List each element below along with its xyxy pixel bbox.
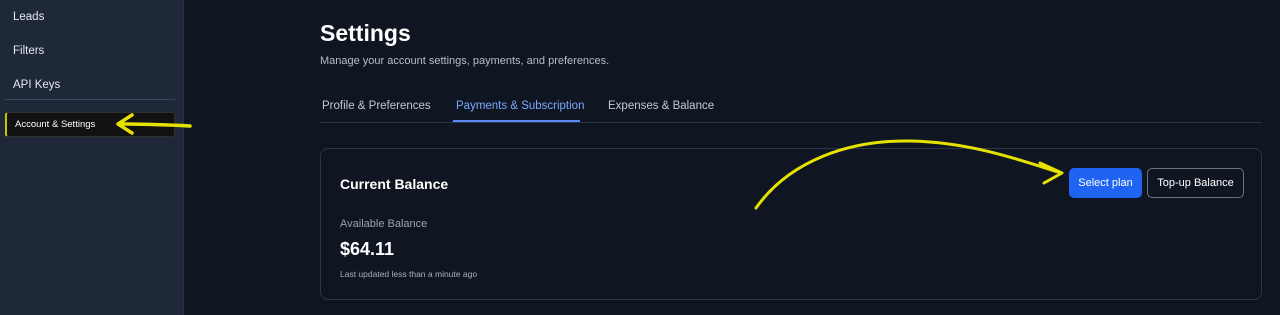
sidebar-item-label: Account & Settings [15, 119, 96, 130]
last-updated-text: Last updated less than a minute ago [340, 269, 478, 279]
sidebar-divider [5, 99, 175, 100]
app-window: Leads Filters API Keys Account & Setting… [0, 0, 1280, 315]
tab-profile-preferences[interactable]: Profile & Preferences [322, 100, 431, 112]
tab-payments-subscription[interactable]: Payments & Subscription [456, 100, 584, 112]
page-title: Settings [320, 20, 411, 46]
sidebar-item-account-settings[interactable]: Account & Settings [5, 112, 175, 137]
card-title: Current Balance [340, 176, 449, 192]
sidebar-item-leads[interactable]: Leads [13, 11, 44, 23]
sidebar-item-filters[interactable]: Filters [13, 45, 44, 57]
page-subtitle: Manage your account settings, payments, … [320, 55, 610, 67]
active-tab-indicator [453, 120, 580, 122]
settings-tabs: Profile & Preferences Payments & Subscri… [320, 95, 1262, 123]
select-plan-button[interactable]: Select plan [1069, 168, 1142, 198]
balance-amount: $64.11 [340, 239, 395, 259]
sidebar-item-api-keys[interactable]: API Keys [13, 79, 60, 91]
tab-expenses-balance[interactable]: Expenses & Balance [608, 100, 714, 112]
current-balance-card: Current Balance Available Balance $64.11… [320, 148, 1262, 300]
available-balance-label: Available Balance [340, 218, 428, 230]
sidebar: Leads Filters API Keys Account & Setting… [0, 0, 184, 315]
topup-balance-button[interactable]: Top-up Balance [1147, 168, 1244, 198]
